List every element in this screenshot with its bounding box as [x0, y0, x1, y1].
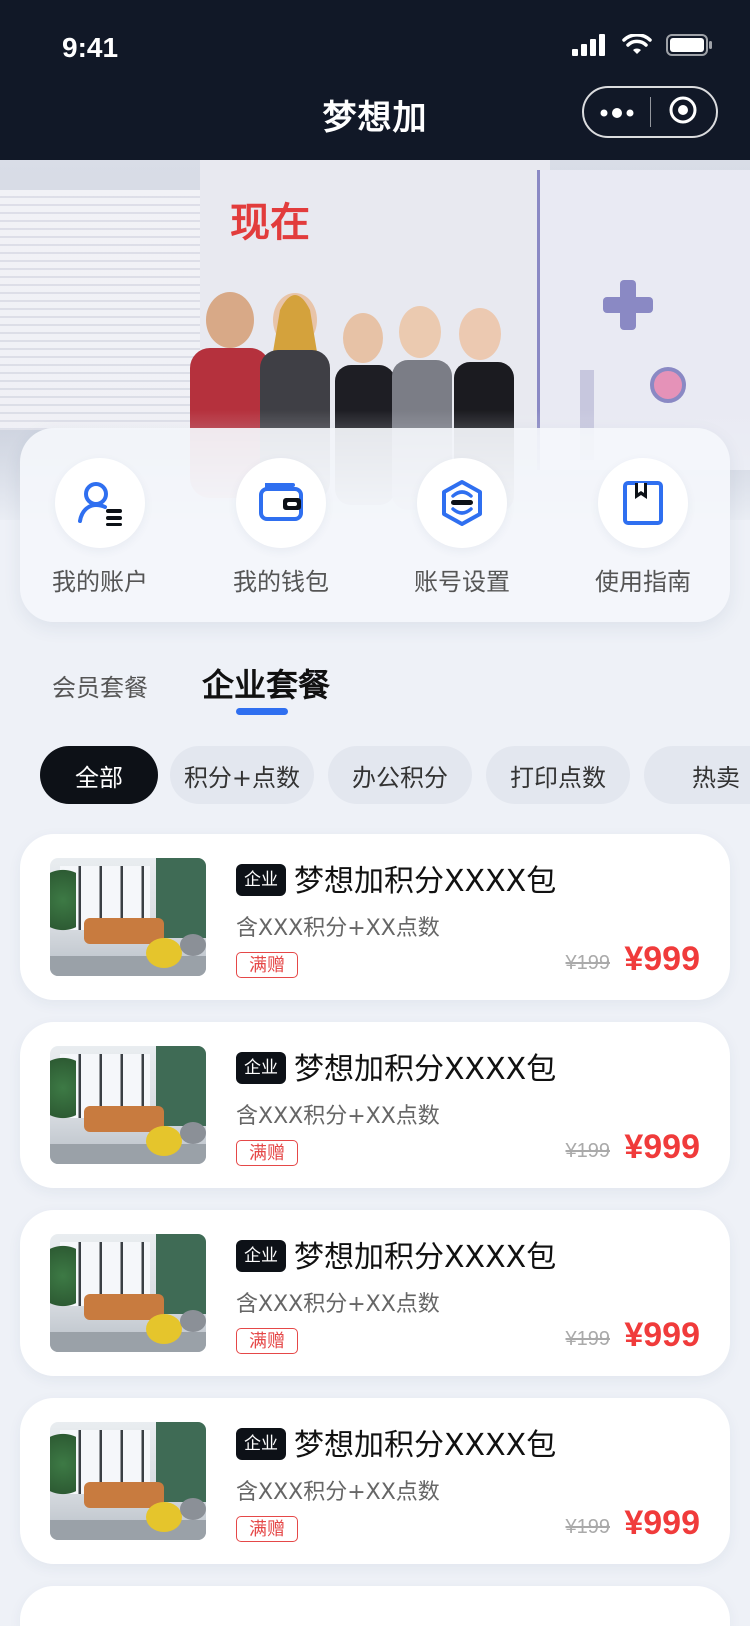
- mini-program-capsule: [582, 86, 718, 138]
- product-title: 梦想加积分XXXX包: [294, 1428, 557, 1463]
- more-dots-icon: [600, 103, 634, 122]
- tab-enterprise-package[interactable]: 企业套餐: [202, 660, 330, 706]
- enterprise-tag: 企业: [236, 1052, 286, 1084]
- tab-member-package[interactable]: 会员套餐: [52, 668, 148, 703]
- filter-chips: 全部 积分+点数 办公积分 打印点数 热卖: [40, 746, 750, 806]
- gift-tag: 满赠: [236, 1328, 298, 1354]
- product-card[interactable]: 企业 梦想加积分XXXX包 含XXX积分+XX点数 满赠 ¥199 ¥999: [20, 1398, 730, 1564]
- product-thumbnail: [50, 1046, 206, 1164]
- gift-tag: 满赠: [236, 952, 298, 978]
- product-title: 梦想加积分XXXX包: [294, 1240, 557, 1275]
- quick-action-my-wallet[interactable]: 我的钱包: [206, 458, 356, 597]
- quick-action-icon-wrap: [598, 458, 688, 548]
- wallet-icon: [259, 483, 303, 521]
- chip-hot-sale[interactable]: 热卖: [644, 746, 750, 804]
- enterprise-tag: 企业: [236, 864, 286, 896]
- quick-action-icon-wrap: [417, 458, 507, 548]
- product-card[interactable]: 企业 梦想加积分XXXX包 含XXX积分+XX点数 满赠 ¥199 ¥999: [20, 1210, 730, 1376]
- quick-action-label: 使用指南: [595, 568, 691, 596]
- gift-tag: 满赠: [236, 1140, 298, 1166]
- battery-icon: [666, 34, 714, 60]
- gift-tag: 满赠: [236, 1516, 298, 1542]
- product-title: 梦想加积分XXXX包: [294, 864, 557, 899]
- original-price: ¥199: [565, 1328, 611, 1350]
- enterprise-tag: 企业: [236, 1428, 286, 1460]
- banner-headline: 现在: [230, 200, 310, 246]
- sale-price: ¥999: [624, 1128, 700, 1166]
- guide-book-icon: [623, 481, 663, 525]
- status-icons: [572, 33, 714, 60]
- product-thumbnail: [50, 1234, 206, 1352]
- product-thumbnail: [50, 1422, 206, 1540]
- product-subtitle: 含XXX积分+XX点数: [236, 1480, 440, 1505]
- quick-action-icon-wrap: [55, 458, 145, 548]
- product-card-partial[interactable]: [20, 1586, 730, 1626]
- chip-points-credits[interactable]: 积分+点数: [170, 746, 314, 804]
- more-button[interactable]: [584, 88, 650, 136]
- product-title: 梦想加积分XXXX包: [294, 1052, 557, 1087]
- close-mini-program-button[interactable]: [650, 88, 716, 136]
- product-subtitle: 含XXX积分+XX点数: [236, 916, 440, 941]
- chip-print-credits[interactable]: 打印点数: [486, 746, 630, 804]
- sale-price: ¥999: [624, 1316, 700, 1354]
- quick-action-label: 我的钱包: [233, 568, 329, 596]
- original-price: ¥199: [565, 1140, 611, 1162]
- enterprise-tag: 企业: [236, 1240, 286, 1272]
- settings-icon: [442, 480, 482, 526]
- active-tab-indicator: [236, 708, 288, 715]
- quick-action-label: 我的账户: [52, 568, 148, 596]
- target-circle-icon: [668, 95, 698, 129]
- sale-price: ¥999: [624, 940, 700, 978]
- chip-all[interactable]: 全部: [40, 746, 158, 804]
- package-tabs: 会员套餐 企业套餐: [0, 660, 750, 720]
- quick-action-label: 账号设置: [414, 568, 510, 596]
- sale-price: ¥999: [624, 1504, 700, 1542]
- quick-actions-panel: 我的账户 我的钱包 账号设置 使用指南: [20, 428, 730, 622]
- product-subtitle: 含XXX积分+XX点数: [236, 1104, 440, 1129]
- product-card[interactable]: 企业 梦想加积分XXXX包 含XXX积分+XX点数 满赠 ¥199 ¥999: [20, 1022, 730, 1188]
- quick-action-my-account[interactable]: 我的账户: [25, 458, 175, 597]
- quick-action-user-guide[interactable]: 使用指南: [568, 458, 718, 597]
- original-price: ¥199: [565, 1516, 611, 1538]
- quick-action-icon-wrap: [236, 458, 326, 548]
- status-time: 9:41: [62, 32, 119, 63]
- top-bar: 9:41 梦想加: [0, 0, 750, 160]
- product-thumbnail: [50, 858, 206, 976]
- chip-office-points[interactable]: 办公积分: [328, 746, 472, 804]
- product-subtitle: 含XXX积分+XX点数: [236, 1292, 440, 1317]
- user-account-icon: [78, 482, 122, 526]
- product-card[interactable]: 企业 梦想加积分XXXX包 含XXX积分+XX点数 满赠 ¥199 ¥999: [20, 834, 730, 1000]
- original-price: ¥199: [565, 952, 611, 974]
- wifi-icon: [622, 33, 652, 60]
- quick-action-account-settings[interactable]: 账号设置: [387, 458, 537, 597]
- signal-icon: [572, 34, 608, 60]
